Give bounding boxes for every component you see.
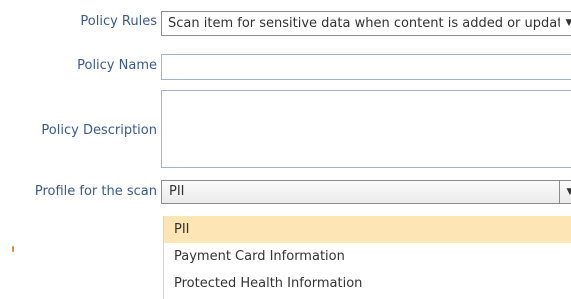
profile-select[interactable]: PII ▼ [161,180,571,204]
dropdown-option-payment-card[interactable]: Payment Card Information [164,243,571,270]
policy-description-textarea[interactable] [161,90,571,168]
policy-name-input[interactable] [161,54,571,80]
profile-value: PII [169,184,185,199]
policy-rules-label: Policy Rules [80,14,157,29]
policy-name-label: Policy Name [77,58,157,73]
profile-dropdown-list: PII Payment Card Information Protected H… [163,216,571,299]
select-button-divider [559,181,560,203]
required-marker [12,246,14,252]
dropdown-option-pii[interactable]: PII [164,216,571,243]
policy-rules-select[interactable]: Scan item for sensitive data when conten… [161,11,571,36]
policy-description-label: Policy Description [41,123,157,138]
policy-form: Policy Rules Scan item for sensitive dat… [0,0,571,299]
chevron-down-icon[interactable]: ▼ [563,181,571,203]
chevron-down-icon[interactable]: ▼ [562,12,571,35]
dropdown-option-protected-health[interactable]: Protected Health Information [164,270,571,297]
policy-rules-value: Scan item for sensitive data when conten… [168,16,560,31]
profile-label: Profile for the scan [34,184,157,199]
